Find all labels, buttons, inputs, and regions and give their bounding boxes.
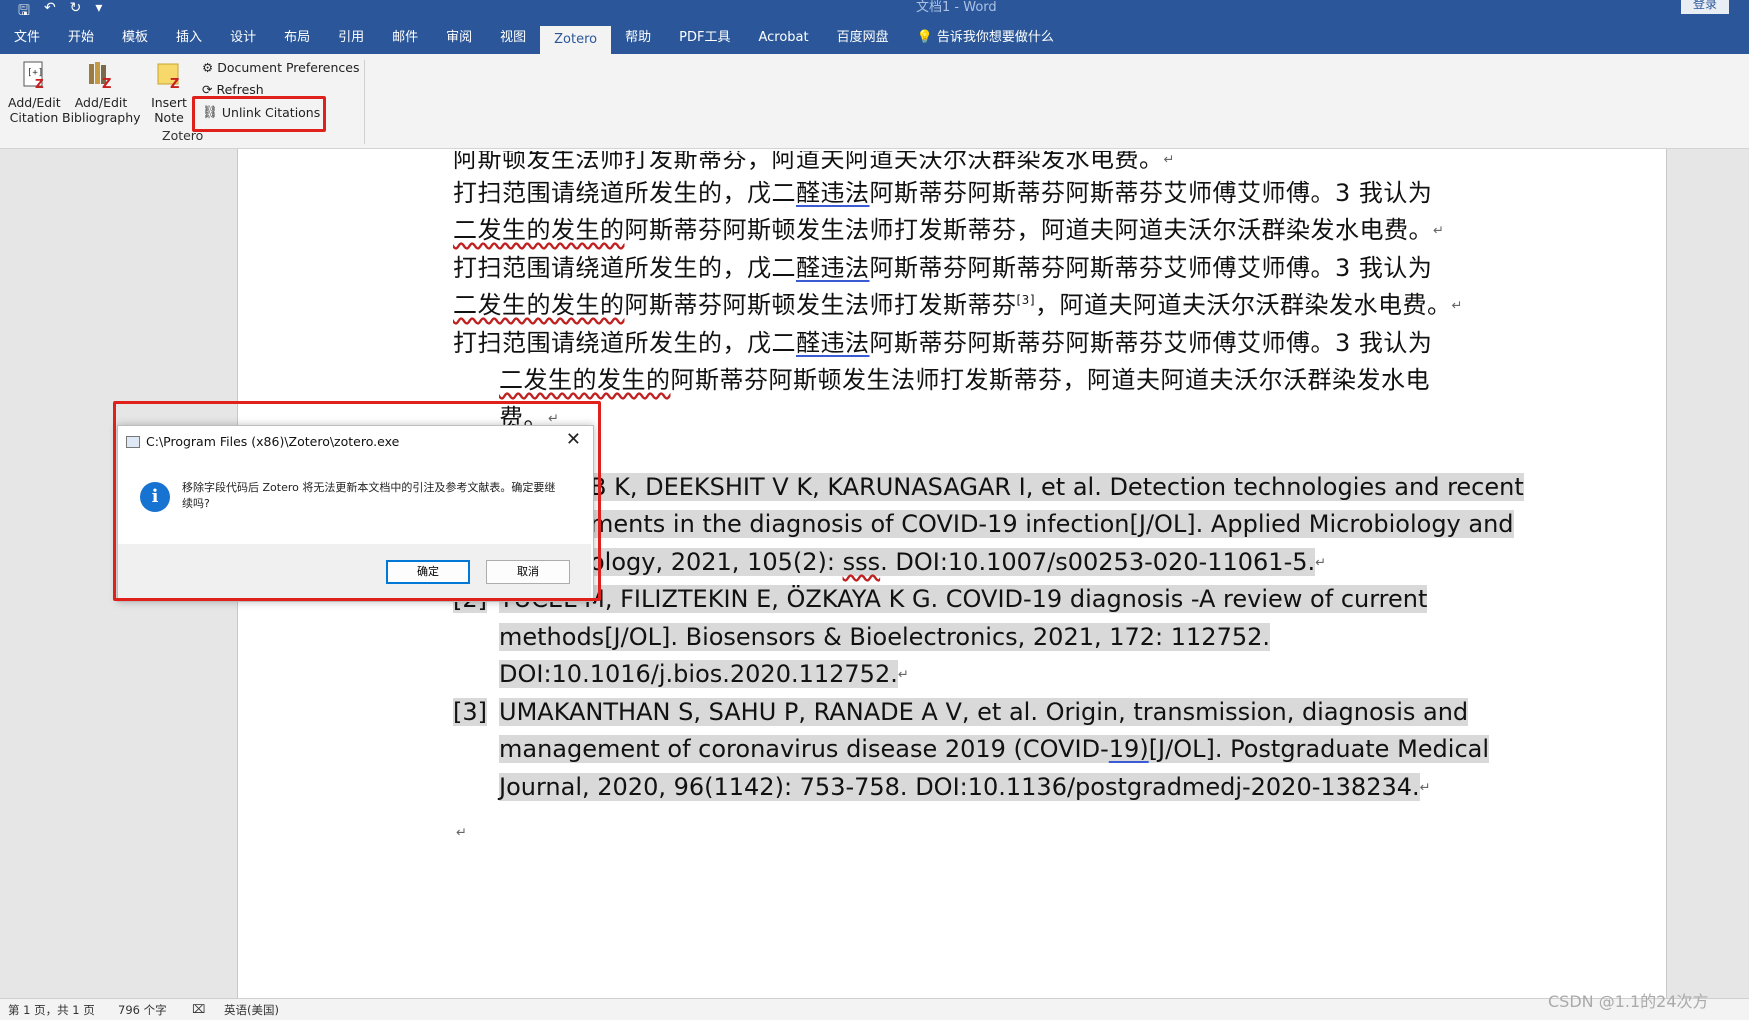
body-line-4: 二发生的发生的阿斯蒂芬阿斯顿发生法师打发斯蒂芬[3]，阿道夫阿道夫沃尔沃群染发水… [453,291,1463,319]
word-count[interactable]: 796 个字 [118,1002,167,1018]
body-line-6: 二发生的发生的阿斯蒂芬阿斯顿发生法师打发斯蒂芬，阿道夫阿道夫沃尔沃群染发水电 [499,366,1430,394]
svg-text:Z: Z [170,77,179,90]
tab-home[interactable]: 开始 [54,24,108,52]
title-bar: 🖫 ↶ ↻ ▾ 文档1 - Word 登录 [0,0,1749,22]
add-edit-bibliography-button[interactable]: Z Add/Edit Bibliography [62,60,141,125]
ref-1-line-2: ments in the diagnosis of COVID-19 infec… [590,510,1514,538]
tab-insert[interactable]: 插入 [162,24,216,52]
redo-icon[interactable]: ↻ [70,0,82,24]
watermark: CSDN @1.1的24次方 [1548,992,1709,1011]
ribbon-separator [364,60,365,144]
ref-3-number: [3] [453,698,487,726]
tab-review[interactable]: 审阅 [432,24,486,52]
document-preferences-button[interactable]: ⚙ Document Preferences [202,60,359,75]
ref-1-line-1: B K, DEEKSHIT V K, KARUNASAGAR I, et al.… [590,473,1524,501]
tab-design[interactable]: 设计 [216,24,270,52]
ref-3-line-2: management of coronavirus disease 2019 (… [499,735,1490,763]
tab-help[interactable]: 帮助 [611,24,665,52]
bibliography-icon: Z [89,62,111,92]
add-edit-bibliography-label-1: Add/Edit [74,95,128,110]
tell-me-label: 告诉我你想要做什么 [936,30,1054,45]
login-button[interactable]: 登录 [1681,0,1729,14]
tell-me-search[interactable]: 💡 告诉我你想要做什么 [903,24,1068,52]
tab-references[interactable]: 引用 [324,24,378,52]
empty-paragraph-mark: ↵ [456,825,467,841]
insert-note-button[interactable]: Z Insert Note [148,60,190,125]
citation-icon: [+] Z [23,61,44,91]
document-preferences-label: Document Preferences [217,60,360,75]
svg-text:Z: Z [102,77,111,90]
add-edit-bibliography-label-2: Bibliography [62,110,141,125]
ref-3-line-3: Journal, 2020, 96(1142): 753-758. DOI:10… [499,773,1431,801]
ref-2-line-3: DOI:10.1016/j.bios.2020.112752.↵ [499,660,909,688]
body-line-1: 打扫范围请绕道所发生的，戊二醛违法阿斯蒂芬阿斯蒂芬阿斯蒂芬艾师傅艾师傅。3 我认… [453,179,1433,207]
tab-layout[interactable]: 布局 [270,24,324,52]
refresh-button[interactable]: ⟳ Refresh [202,82,264,97]
tab-view[interactable]: 视图 [486,24,540,52]
citation-superscript: [3] [1016,293,1035,307]
insert-note-label-2: Note [154,110,184,125]
add-edit-citation-button[interactable]: [+] Z Add/Edit Citation [8,60,61,125]
ref-2-line-1: YÜCEL M, FILIZTEKIN E, ÖZKAYA K G. COVID… [499,585,1428,613]
language[interactable]: 英语(美国) [224,1002,279,1018]
tab-mailings[interactable]: 邮件 [378,24,432,52]
tab-baidu-netdisk[interactable]: 百度网盘 [823,24,903,52]
page-count[interactable]: 第 1 页，共 1 页 [8,1002,95,1018]
dialog-highlight-box [113,401,601,601]
ribbon-tabs: 文件 开始 模板 插入 设计 布局 引用 邮件 审阅 视图 Zotero 帮助 … [0,22,1749,54]
lightbulb-icon: 💡 [916,30,933,45]
body-line-3: 打扫范围请绕道所发生的，戊二醛违法阿斯蒂芬阿斯蒂芬阿斯蒂芬艾师傅艾师傅。3 我认… [453,254,1433,282]
body-line-2: 二发生的发生的阿斯蒂芬阿斯顿发生法师打发斯蒂芬，阿道夫阿道夫沃尔沃群染发水电费。… [453,216,1445,244]
refresh-icon: ⟳ [202,82,213,97]
status-bar: 第 1 页，共 1 页 796 个字 ⌧ 英语(美国) [0,998,1749,1020]
tab-templates[interactable]: 模板 [108,24,162,52]
tab-file[interactable]: 文件 [0,24,54,52]
tab-zotero[interactable]: Zotero [540,26,612,54]
add-edit-citation-label-2: Citation [9,110,59,125]
add-edit-citation-label-1: Add/Edit [8,95,61,110]
save-icon[interactable]: 🖫 [18,0,30,24]
unlink-highlight-box [192,96,326,132]
insert-note-label-1: Insert [151,95,187,110]
svg-text:Z: Z [35,77,44,90]
gear-icon: ⚙ [202,60,214,75]
proofing-icon[interactable]: ⌧ [192,1002,205,1016]
tab-acrobat[interactable]: Acrobat [744,24,822,52]
refresh-label: Refresh [216,82,264,97]
quick-access-toolbar: 🖫 ↶ ↻ ▾ [18,0,102,24]
body-line-5: 打扫范围请绕道所发生的，戊二醛违法阿斯蒂芬阿斯蒂芬阿斯蒂芬艾师傅艾师傅。3 我认… [453,329,1433,357]
ref-3-line-1: UMAKANTHAN S, SAHU P, RANADE A V, et al.… [499,698,1469,726]
window-title: 文档1 - Word [916,0,997,15]
ref-2-line-2: methods[J/OL]. Biosensors & Bioelectroni… [499,623,1271,651]
note-icon: Z [157,63,179,92]
ref-1-line-3: ology, 2021, 105(2): sss. DOI:10.1007/s0… [590,548,1327,576]
tab-pdf-tools[interactable]: PDF工具 [665,24,744,52]
undo-icon[interactable]: ↶ [44,0,56,24]
customize-icon[interactable]: ▾ [95,0,102,24]
